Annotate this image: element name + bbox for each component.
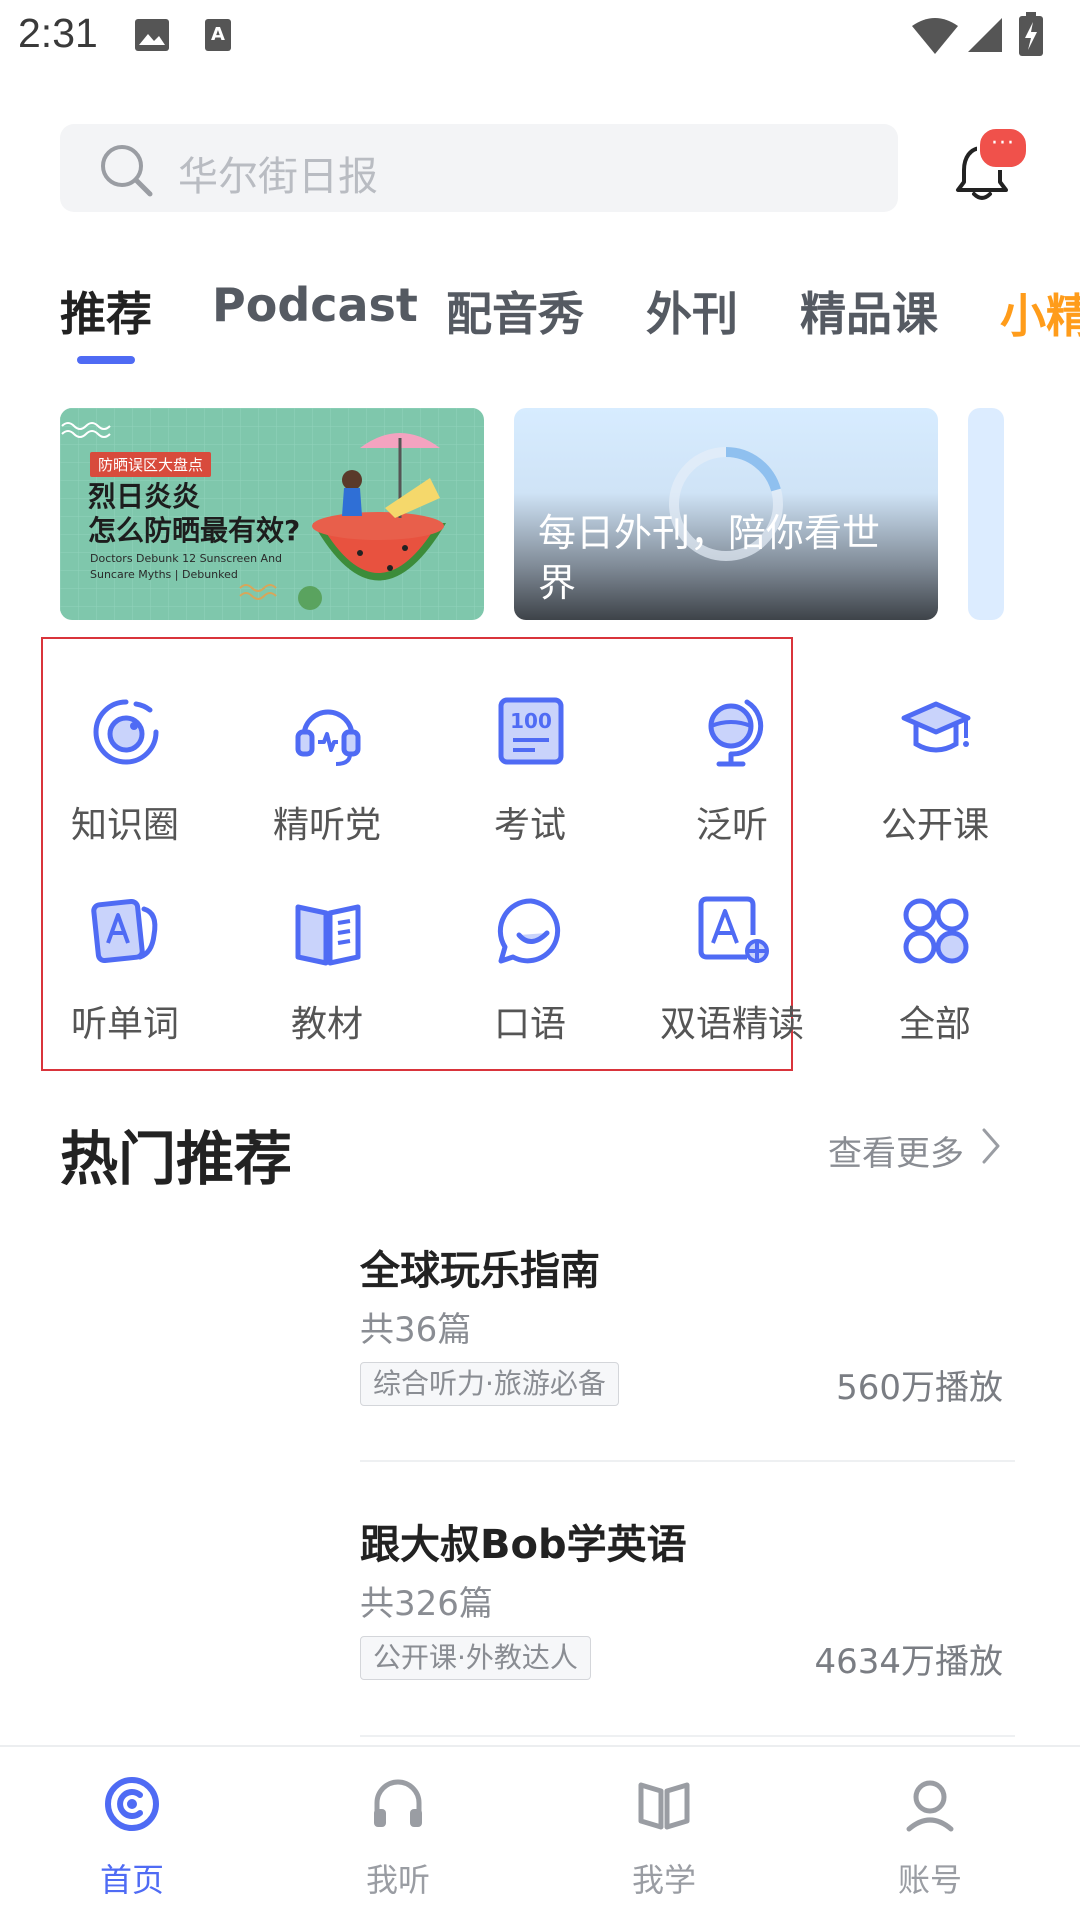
exam-score-icon: 100	[498, 697, 564, 765]
grid-item-bilingual-reading[interactable]: 双语精读	[642, 895, 822, 1065]
grid-label: 双语精读	[659, 1004, 804, 1045]
nav-listen[interactable]: 我听	[308, 1747, 488, 1922]
banner-headline-line2: 怎么防晒最有效?	[88, 514, 301, 547]
item-plays: 560万播放	[836, 1368, 1003, 1408]
image-notification-icon	[135, 19, 169, 51]
tab-partial[interactable]: 小精	[1000, 280, 1080, 346]
tab-recommend[interactable]: 推荐	[60, 278, 152, 344]
nav-account[interactable]: 账号	[840, 1747, 1020, 1922]
banner-subtitle: Doctors Debunk 12 Sunscreen And Suncare …	[90, 552, 283, 581]
battery-charging-icon	[1019, 12, 1043, 56]
see-more-link[interactable]: 查看更多	[828, 1126, 964, 1175]
knowledge-circle-icon	[93, 699, 159, 765]
tab-foreign-journals[interactable]: 外刊	[646, 278, 738, 344]
grid-item-textbook[interactable]: 教材	[237, 895, 417, 1065]
grid-label: 教材	[290, 1004, 363, 1045]
grid-item-open-course[interactable]: 公开课	[845, 696, 1025, 866]
search-bar[interactable]: 华尔街日报	[60, 124, 898, 212]
chevron-right-icon[interactable]	[978, 1126, 1004, 1166]
item-title: 跟大叔Bob学英语	[360, 1522, 687, 1568]
grid-label: 全部	[898, 1004, 971, 1045]
banner-sunscreen[interactable]: 防晒误区大盘点 烈日炎炎 怎么防晒最有效? Doctors Debunk 12 …	[60, 408, 484, 620]
bottom-navigation: 首页 我听 我学 账号	[0, 1745, 1080, 1922]
list-item[interactable]: 跟大叔Bob学英语 共326篇 公开课·外教达人 4634万播放	[360, 1512, 1015, 1712]
grid-label: 公开课	[880, 805, 989, 846]
grid-label: 考试	[493, 805, 566, 846]
svg-text:A: A	[211, 24, 225, 45]
grid-item-intensive-listening[interactable]: 精听党	[237, 696, 417, 866]
grid-item-listen-words[interactable]: 听单词	[35, 895, 215, 1065]
notification-badge: ···	[977, 126, 1029, 170]
item-count: 共36篇	[360, 1310, 472, 1350]
grid-label: 听单词	[70, 1004, 179, 1045]
item-tag: 公开课·外教达人	[360, 1636, 591, 1680]
svg-text:100: 100	[510, 709, 552, 733]
book-icon	[295, 904, 361, 966]
active-tab-indicator	[77, 356, 135, 364]
search-placeholder: 华尔街日报	[178, 154, 378, 200]
keyboard-notification-icon: A	[205, 19, 231, 51]
banner-daily-journal[interactable]: 每日外刊，陪你看世界	[514, 408, 938, 620]
banner-next-peek[interactable]	[968, 408, 1004, 620]
divider	[360, 1735, 1015, 1737]
list-item[interactable]: 全球玩乐指南 共36篇 综合听力·旅游必备 560万播放	[360, 1238, 1015, 1438]
tab-dubbing[interactable]: 配音秀	[446, 278, 584, 344]
grid-label: 口语	[493, 1004, 566, 1045]
open-book-icon	[638, 1782, 690, 1830]
tab-podcast[interactable]: Podcast	[212, 278, 418, 332]
nav-home[interactable]: 首页	[42, 1747, 222, 1922]
cellular-signal-icon	[968, 18, 1002, 52]
all-grid-icon	[903, 898, 969, 964]
grid-item-exam[interactable]: 100 考试	[440, 696, 620, 866]
nav-label: 账号	[897, 1861, 962, 1899]
search-icon	[101, 145, 153, 197]
grid-item-speaking[interactable]: 口语	[440, 895, 620, 1065]
item-title: 全球玩乐指南	[360, 1248, 600, 1294]
speech-bubble-icon	[497, 898, 561, 964]
nav-label: 首页	[99, 1861, 164, 1899]
divider	[360, 1460, 1015, 1462]
home-icon	[105, 1777, 159, 1831]
status-bar: 2:31 A	[0, 0, 1080, 72]
grid-item-knowledge-circle[interactable]: 知识圈	[35, 696, 215, 866]
bilingual-read-icon	[698, 896, 769, 963]
banner-headline: 烈日炎炎 怎么防晒最有效?	[88, 480, 300, 548]
grid-item-all[interactable]: 全部	[845, 895, 1025, 1065]
word-card-icon	[91, 898, 158, 964]
section-title: 热门推荐	[60, 1125, 293, 1193]
item-count: 共326篇	[360, 1584, 493, 1624]
item-tag: 综合听力·旅游必备	[360, 1362, 619, 1406]
banner-headline-line1: 烈日炎炎	[88, 480, 201, 513]
tab-premium-courses[interactable]: 精品课	[800, 278, 938, 344]
item-plays: 4634万播放	[814, 1642, 1003, 1682]
banner-caption: 每日外刊，陪你看世界	[538, 511, 881, 605]
grid-label: 知识圈	[70, 805, 179, 846]
wifi-icon	[912, 18, 958, 54]
grid-item-extensive-listening[interactable]: 泛听	[642, 696, 822, 866]
grid-label: 精听党	[272, 805, 381, 846]
category-tabs: 推荐 Podcast 配音秀 外刊 精品课	[0, 278, 1080, 348]
banner-tag: 防晒误区大盘点	[90, 452, 212, 477]
headset-icon	[295, 709, 361, 766]
globe-icon	[708, 699, 764, 767]
nav-label: 我听	[365, 1861, 430, 1899]
nav-label: 我学	[631, 1861, 696, 1899]
headphones-icon	[374, 1779, 422, 1827]
graduation-cap-icon	[901, 701, 971, 753]
status-time: 2:31	[18, 10, 98, 56]
grid-label: 泛听	[695, 805, 768, 846]
user-icon	[906, 1780, 954, 1832]
nav-learn[interactable]: 我学	[574, 1747, 754, 1922]
